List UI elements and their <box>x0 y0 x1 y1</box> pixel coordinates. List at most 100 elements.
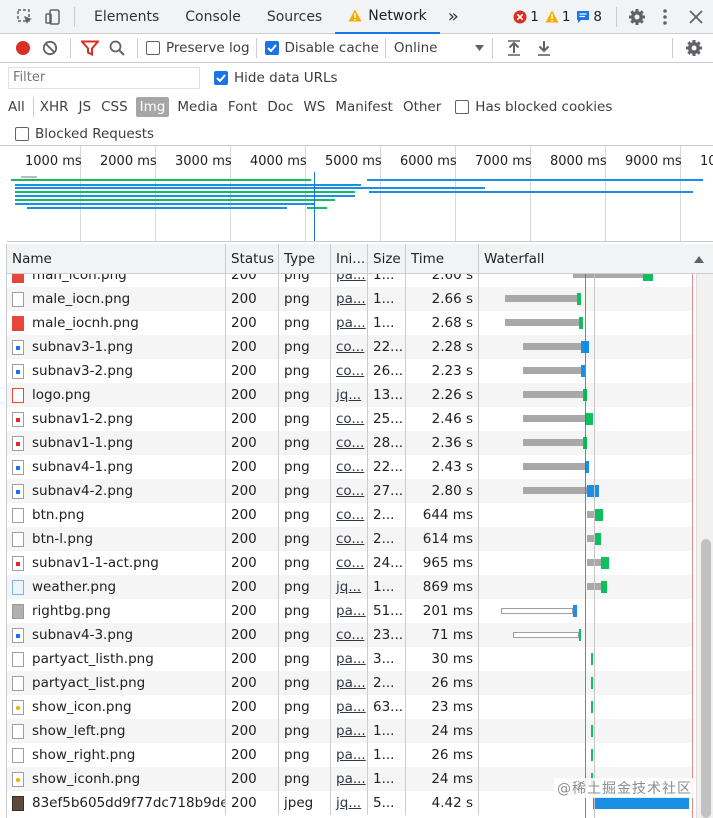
message-counter[interactable]: 8 <box>576 9 602 25</box>
blocked-requests-box[interactable] <box>15 126 29 141</box>
cell-initiator[interactable]: co... <box>331 431 368 455</box>
table-row[interactable]: man_icon.png 200 png pa... 1... 2.60 s <box>7 274 694 287</box>
cell-initiator[interactable]: co... <box>331 359 368 383</box>
tab-network[interactable]: Network <box>335 0 440 34</box>
type-filter-xhr[interactable]: XHR <box>40 99 69 115</box>
filter-icon[interactable] <box>77 34 103 63</box>
type-filter-ws[interactable]: WS <box>303 99 325 115</box>
hide-data-urls-box[interactable] <box>214 70 228 85</box>
cell-initiator[interactable]: jq... <box>331 791 368 815</box>
settings-gear-icon[interactable] <box>623 0 651 34</box>
cell-initiator[interactable]: pa... <box>331 767 368 791</box>
tab-elements[interactable]: Elements <box>81 0 172 34</box>
export-har-icon[interactable] <box>529 34 559 63</box>
table-row[interactable]: subnav4-2.png 200 png co... 27... 2.80 s <box>7 479 694 503</box>
throttling-select[interactable]: Online <box>394 40 484 56</box>
image-file-icon <box>12 483 24 499</box>
type-filter-css[interactable]: CSS <box>101 99 128 115</box>
has-blocked-cookies-checkbox[interactable]: Has blocked cookies <box>455 99 612 115</box>
type-filter-js[interactable]: JS <box>79 99 92 115</box>
table-row[interactable]: subnav4-1.png 200 png co... 22... 2.43 s <box>7 455 694 479</box>
table-row[interactable]: subnav1-2.png 200 png co... 25... 2.46 s <box>7 407 694 431</box>
cell-initiator[interactable]: co... <box>331 527 368 551</box>
disable-cache-box[interactable] <box>264 41 279 55</box>
type-filter-other[interactable]: Other <box>403 99 441 115</box>
cell-time: 2.43 s <box>406 455 479 479</box>
table-row[interactable]: weather.png 200 png jq... 1... 869 ms <box>7 575 694 599</box>
device-toolbar-icon[interactable] <box>40 0 68 34</box>
more-tabs-button[interactable]: » <box>440 0 467 34</box>
cell-waterfall <box>479 335 694 359</box>
type-filter-doc[interactable]: Doc <box>267 99 293 115</box>
filter-input[interactable] <box>8 66 200 89</box>
cell-initiator[interactable]: pa... <box>331 311 368 335</box>
table-row[interactable]: show_icon.png 200 png pa... 63... 23 ms <box>7 695 694 719</box>
cell-initiator[interactable]: pa... <box>331 719 368 743</box>
table-row[interactable]: logo.png 200 png jq... 13... 2.26 s <box>7 383 694 407</box>
col-header-waterfall[interactable]: Waterfall <box>479 244 713 274</box>
cell-initiator[interactable]: co... <box>331 335 368 359</box>
table-scrollbar[interactable] <box>696 274 713 818</box>
disable-cache-checkbox[interactable]: Disable cache <box>264 40 379 56</box>
col-header-name[interactable]: Name <box>7 244 226 274</box>
preserve-log-checkbox[interactable]: Preserve log <box>146 40 250 56</box>
type-filter-manifest[interactable]: Manifest <box>335 99 393 115</box>
type-filter-all[interactable]: All <box>8 99 25 115</box>
network-overview-timeline[interactable]: 1000 ms 2000 ms 3000 ms 4000 ms 5000 ms 6000 … <box>7 146 713 242</box>
cell-initiator[interactable]: pa... <box>331 695 368 719</box>
error-counter[interactable]: 1 <box>513 9 539 25</box>
cell-initiator[interactable]: pa... <box>331 599 368 623</box>
import-har-icon[interactable] <box>499 34 529 63</box>
cell-initiator[interactable]: pa... <box>331 647 368 671</box>
table-row[interactable]: partyact_listh.png 200 png pa... 3... 30 ms <box>7 647 694 671</box>
table-row[interactable]: subnav4-3.png 200 png co... 23... 71 ms <box>7 623 694 647</box>
type-filter-img[interactable]: Img <box>135 97 170 117</box>
hide-data-urls-checkbox[interactable]: Hide data URLs <box>214 70 338 86</box>
cell-initiator[interactable]: co... <box>331 455 368 479</box>
cell-initiator[interactable]: pa... <box>331 274 368 287</box>
cell-initiator[interactable]: pa... <box>331 671 368 695</box>
close-icon[interactable] <box>679 0 713 34</box>
table-row[interactable]: subnav1-1-act.png 200 png co... 24... 965 ms <box>7 551 694 575</box>
blocked-requests-checkbox[interactable]: Blocked Requests <box>15 126 154 142</box>
cell-initiator[interactable]: jq... <box>331 383 368 407</box>
scrollbar-thumb[interactable] <box>701 539 711 818</box>
col-header-initiator[interactable]: Ini... <box>331 244 368 274</box>
has-blocked-cookies-box[interactable] <box>455 100 470 114</box>
cell-initiator[interactable]: co... <box>331 503 368 527</box>
preserve-log-box[interactable] <box>146 41 160 55</box>
table-row[interactable]: subnav3-1.png 200 png co... 22... 2.28 s <box>7 335 694 359</box>
tab-sources[interactable]: Sources <box>254 0 335 34</box>
table-row[interactable]: male_iocn.png 200 png pa... 1... 2.66 s <box>7 287 694 311</box>
table-row[interactable]: show_left.png 200 png pa... 1... 24 ms <box>7 719 694 743</box>
table-row[interactable]: subnav1-1.png 200 png co... 28... 2.36 s <box>7 431 694 455</box>
table-row[interactable]: rightbg.png 200 png pa... 51... 201 ms <box>7 599 694 623</box>
cell-initiator[interactable]: co... <box>331 479 368 503</box>
col-header-size[interactable]: Size <box>368 244 406 274</box>
warning-counter[interactable]: 1 <box>545 9 570 25</box>
cell-initiator[interactable]: jq... <box>331 575 368 599</box>
table-row[interactable]: male_iocnh.png 200 png pa... 1... 2.68 s <box>7 311 694 335</box>
col-header-type[interactable]: Type <box>279 244 331 274</box>
table-row[interactable]: subnav3-2.png 200 png co... 26... 2.23 s <box>7 359 694 383</box>
clear-icon[interactable] <box>36 34 64 63</box>
type-filter-font[interactable]: Font <box>228 99 257 115</box>
network-settings-gear-icon[interactable] <box>679 34 709 63</box>
col-header-time[interactable]: Time <box>406 244 479 274</box>
cell-initiator[interactable]: pa... <box>331 743 368 767</box>
table-row[interactable]: show_right.png 200 png pa... 1... 26 ms <box>7 743 694 767</box>
table-row[interactable]: btn-l.png 200 png co... 2... 614 ms <box>7 527 694 551</box>
cell-initiator[interactable]: pa... <box>331 287 368 311</box>
inspect-element-icon[interactable] <box>10 0 40 34</box>
table-row[interactable]: partyact_list.png 200 png pa... 2... 26 ms <box>7 671 694 695</box>
col-header-status[interactable]: Status <box>226 244 279 274</box>
record-icon[interactable] <box>10 34 36 63</box>
type-filter-media[interactable]: Media <box>177 99 218 115</box>
more-options-icon[interactable] <box>651 0 679 34</box>
cell-initiator[interactable]: co... <box>331 407 368 431</box>
tab-console[interactable]: Console <box>172 0 254 34</box>
search-icon[interactable] <box>103 34 131 63</box>
table-row[interactable]: btn.png 200 png co... 2... 644 ms <box>7 503 694 527</box>
cell-initiator[interactable]: co... <box>331 623 368 647</box>
cell-initiator[interactable]: co... <box>331 551 368 575</box>
